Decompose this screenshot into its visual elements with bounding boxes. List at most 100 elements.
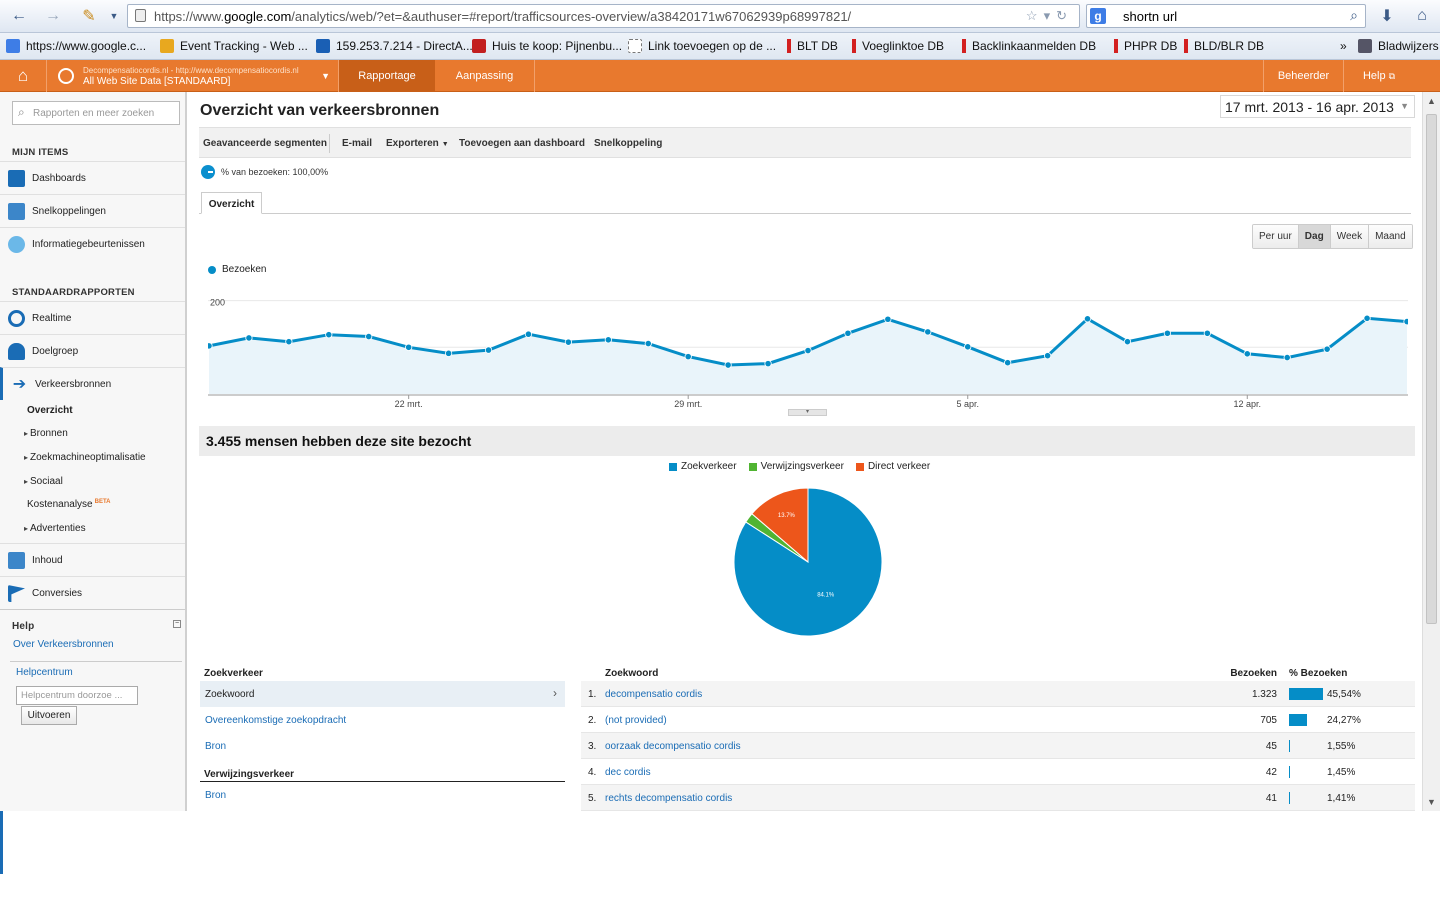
segments-button[interactable]: Geavanceerde segmenten (203, 138, 327, 149)
tab-help[interactable]: Help ⧉ (1343, 60, 1414, 92)
sidebar-search-input[interactable]: Rapporten en meer zoeken (12, 101, 180, 125)
email-button[interactable]: E-mail (342, 138, 372, 149)
data-point[interactable] (1043, 352, 1052, 360)
tab-overzicht[interactable]: Overzicht (201, 192, 262, 214)
data-point[interactable] (764, 360, 772, 368)
data-point[interactable] (604, 336, 612, 344)
data-point[interactable] (484, 346, 493, 354)
data-point[interactable] (644, 339, 652, 348)
help-search-input[interactable]: Helpcentrum doorzoe ... (16, 686, 138, 705)
data-point[interactable] (1363, 314, 1371, 322)
sidebar-sub-cost[interactable]: Kostenanalyse BETA (27, 499, 111, 510)
bookmark-item[interactable]: Event Tracking - Web ... (160, 39, 308, 53)
dimension-link[interactable]: Bron (200, 733, 565, 759)
home-browser-icon[interactable]: ⌂ (1409, 5, 1435, 27)
bookmark-item[interactable]: BLD/BLR DB (1184, 39, 1264, 53)
tab-rapportage[interactable]: Rapportage (339, 60, 435, 92)
bookmarks-more-icon[interactable]: » (1340, 39, 1347, 53)
bookmark-item[interactable]: Link toevoegen op de ... (628, 39, 776, 53)
account-selector[interactable]: Decompensatiocordis.nl - http://www.deco… (47, 60, 339, 92)
help-link-traffic[interactable]: Over Verkeersbronnen (13, 639, 114, 650)
granularity-week[interactable]: Week (1330, 225, 1370, 248)
data-point[interactable] (365, 332, 373, 341)
sidebar-item-content[interactable]: Inhoud (0, 543, 185, 576)
scroll-thumb[interactable] (1426, 114, 1437, 624)
menu-caret-icon[interactable]: ▼ (101, 5, 127, 27)
data-point[interactable] (325, 331, 333, 339)
sidebar-sub-sources[interactable]: Bronnen (24, 428, 68, 439)
help-center-link[interactable]: Helpcentrum (16, 667, 73, 678)
data-point[interactable] (1004, 359, 1012, 367)
sidebar-item-realtime[interactable]: Realtime (0, 301, 185, 334)
bookmark-item[interactable]: https://www.google.c... (6, 39, 146, 53)
keyword-link[interactable]: oorzaak decompensatio cordis (605, 741, 741, 752)
sidebar-item-conversions[interactable]: Conversies (0, 576, 185, 609)
data-point[interactable] (208, 342, 213, 350)
bookmark-item[interactable]: PHPR DB (1114, 39, 1177, 53)
address-bar[interactable]: https://www.google.com/analytics/web/?et… (127, 4, 1080, 28)
sidebar-item-traffic[interactable]: ➔ Verkeersbronnen (0, 367, 185, 400)
scroll-down-icon[interactable]: ▼ (1427, 797, 1436, 807)
pencil-icon[interactable]: ✎ (76, 5, 102, 27)
data-point[interactable] (1083, 315, 1092, 323)
col-keyword[interactable]: Zoekwoord (605, 668, 658, 679)
sidebar-sub-seo[interactable]: Zoekmachineoptimalisatie (24, 452, 146, 463)
granularity-dag[interactable]: Dag (1298, 225, 1331, 248)
sidebar-item-shortcuts[interactable]: Snelkoppelingen (0, 194, 185, 227)
bookmark-item[interactable]: BLT DB (787, 39, 838, 53)
scroll-up-icon[interactable]: ▲ (1427, 96, 1436, 106)
chart-resize-handle[interactable]: ▾ (788, 409, 827, 416)
data-point[interactable] (1403, 317, 1408, 326)
dimension-link[interactable]: Zoekwoord (200, 681, 565, 707)
home-icon[interactable]: ⌂ (0, 60, 47, 92)
col-pct[interactable]: % Bezoeken (1289, 668, 1347, 679)
search-bar[interactable]: g shortn url ⌕ (1086, 4, 1366, 28)
granularity-maand[interactable]: Maand (1369, 225, 1412, 248)
data-point[interactable] (405, 343, 413, 351)
keyword-link[interactable]: dec cordis (605, 767, 651, 778)
data-point[interactable] (445, 349, 453, 357)
tab-aanpassing[interactable]: Aanpassing (435, 60, 535, 92)
star-refresh-icons[interactable]: ☆▾↻ (1026, 8, 1073, 24)
shortcut-button[interactable]: Snelkoppeling (594, 138, 662, 149)
data-point[interactable] (245, 334, 253, 342)
data-point[interactable] (884, 315, 892, 323)
data-point[interactable] (844, 329, 852, 337)
export-button[interactable]: Exporteren ▼ (386, 138, 449, 149)
sidebar-item-dashboards[interactable]: Dashboards (0, 161, 185, 194)
col-visits[interactable]: Bezoeken (1230, 668, 1277, 679)
bookmark-item[interactable]: Backlinkaanmelden DB (962, 39, 1096, 53)
data-point[interactable] (564, 338, 572, 346)
bookmark-item[interactable]: Voeglinktoe DB (852, 39, 944, 53)
sidebar-item-events[interactable]: Informatiegebeurtenissen (0, 227, 185, 260)
data-point[interactable] (924, 328, 932, 336)
granularity-per-uur[interactable]: Per uur (1253, 225, 1299, 248)
back-icon[interactable]: ← (6, 5, 32, 27)
data-point[interactable] (524, 330, 533, 338)
data-point[interactable] (1123, 338, 1132, 346)
bookmarks-folder[interactable]: Bladwijzers (1358, 39, 1439, 53)
tab-beheerder[interactable]: Beheerder (1263, 60, 1343, 92)
dimension-link[interactable]: Overeenkomstige zoekopdracht (200, 707, 565, 733)
date-range-picker[interactable]: 17 mrt. 2013 - 16 apr. 2013 ▼ (1220, 95, 1415, 118)
add-dashboard-button[interactable]: Toevoegen aan dashboard (459, 138, 585, 149)
keyword-link[interactable]: rechts decompensatio cordis (605, 793, 732, 804)
sidebar-item-audience[interactable]: Doelgroep (0, 334, 185, 367)
keyword-link[interactable]: decompensatio cordis (605, 689, 702, 700)
bookmark-item[interactable]: 159.253.7.214 - DirectA... (316, 39, 473, 53)
data-point[interactable] (1203, 329, 1211, 337)
sidebar-sub-overview[interactable]: Overzicht (27, 405, 73, 416)
data-point[interactable] (1243, 350, 1251, 358)
scrollbar[interactable]: ▲ ▼ (1422, 92, 1440, 811)
help-submit-button[interactable]: Uitvoeren (21, 706, 77, 725)
dimension-link[interactable]: Bron (200, 782, 565, 808)
data-point[interactable] (1323, 345, 1331, 353)
data-point[interactable] (964, 343, 972, 351)
bookmark-item[interactable]: Huis te koop: Pijnenbu... (472, 39, 622, 53)
collapse-icon[interactable]: − (173, 620, 181, 628)
data-point[interactable] (1283, 353, 1291, 362)
data-point[interactable] (285, 338, 293, 346)
forward-icon[interactable]: → (40, 5, 66, 27)
sidebar-sub-social[interactable]: Sociaal (24, 476, 63, 487)
data-point[interactable] (684, 353, 692, 361)
